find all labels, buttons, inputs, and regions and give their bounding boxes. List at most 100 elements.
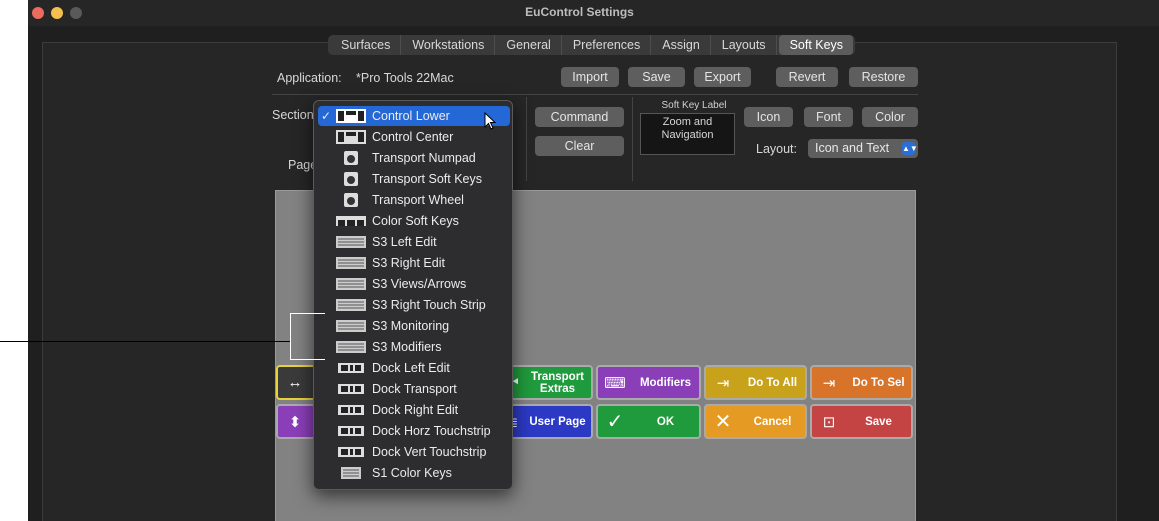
keyboard-icon: ⌨ [604, 374, 626, 392]
s3-modifiers-icon [336, 341, 366, 353]
command-button[interactable]: Command [535, 107, 624, 127]
menu-item-label: S1 Color Keys [372, 466, 452, 480]
soft-key-label: Modifiers [639, 376, 692, 389]
menu-item-label: Transport Numpad [372, 151, 476, 165]
restore-button[interactable]: Restore [849, 67, 918, 87]
soft-key-label: User Page [529, 415, 586, 428]
transport-softkeys-icon [344, 172, 358, 186]
menu-item-transport-wheel[interactable]: Transport Wheel [318, 190, 510, 210]
tab-preferences[interactable]: Preferences [562, 35, 652, 55]
menu-item-label: Dock Horz Touchstrip [372, 424, 491, 438]
check-icon: ✓ [606, 411, 624, 433]
color-button[interactable]: Color [862, 107, 918, 127]
menu-item-label: Color Soft Keys [372, 214, 459, 228]
menu-item-label: Transport Soft Keys [372, 172, 482, 186]
application-label: Application: [277, 71, 342, 85]
color-softkeys-icon [336, 216, 366, 226]
export-button[interactable]: Export [694, 67, 751, 87]
menu-item-label: Dock Left Edit [372, 361, 450, 375]
chevron-updown-icon: ▲▼ [902, 142, 918, 155]
soft-key-modifiers[interactable]: ⌨ Modifiers [596, 365, 701, 400]
tab-strip: Surfaces Workstations General Preference… [328, 35, 856, 55]
transport-wheel-icon [344, 193, 358, 207]
font-button[interactable]: Font [804, 107, 853, 127]
save-icon: ⊡ [822, 413, 836, 431]
menu-item-s3-right-touch-strip[interactable]: S3 Right Touch Strip [318, 295, 510, 315]
menu-item-color-soft-keys[interactable]: Color Soft Keys [318, 211, 510, 231]
layout-select[interactable]: Icon and Text ▲▼ [808, 139, 918, 158]
divider [632, 97, 633, 181]
tab-surfaces[interactable]: Surfaces [330, 35, 402, 55]
soft-key-save[interactable]: ⊡ Save [810, 404, 913, 439]
menu-item-s3-left-edit[interactable]: S3 Left Edit [318, 232, 510, 252]
menu-item-s3-views-arrows[interactable]: S3 Views/Arrows [318, 274, 510, 294]
callout-leader-line [0, 341, 290, 342]
menu-item-s3-modifiers[interactable]: S3 Modifiers [318, 337, 510, 357]
section-dropdown-menu: ✓ Control Lower Control Center Transport… [313, 100, 513, 490]
s1-color-keys-icon [341, 467, 361, 479]
menu-item-transport-numpad[interactable]: Transport Numpad [318, 148, 510, 168]
clear-button[interactable]: Clear [535, 136, 624, 156]
menu-item-label: Transport Wheel [372, 193, 464, 207]
menu-item-control-lower[interactable]: ✓ Control Lower [318, 106, 510, 126]
zoom-icon: ⬍ [288, 413, 302, 431]
soft-key-label: Save [865, 415, 892, 428]
menu-item-label: S3 Right Edit [372, 256, 445, 270]
soft-key-ok[interactable]: ✓ OK [596, 404, 701, 439]
dock-left-edit-icon [338, 363, 364, 373]
window-title: EuControl Settings [525, 5, 634, 19]
menu-item-dock-vert-touchstrip[interactable]: Dock Vert Touchstrip [318, 442, 510, 462]
menu-item-dock-right-edit[interactable]: Dock Right Edit [318, 400, 510, 420]
x-icon: ✕ [714, 411, 732, 433]
icon-button[interactable]: Icon [744, 107, 793, 127]
soft-key-label: Transport Extras [530, 370, 585, 395]
soft-key-cancel[interactable]: ✕ Cancel [704, 404, 807, 439]
menu-item-s3-monitoring[interactable]: S3 Monitoring [318, 316, 510, 336]
s3-right-edit-icon [336, 257, 366, 269]
soft-key-do-to-all[interactable]: ⇥ Do To All [704, 365, 807, 400]
revert-button[interactable]: Revert [776, 67, 838, 87]
dock-right-edit-icon [338, 405, 364, 415]
callout-bracket [290, 313, 325, 360]
menu-item-label: Dock Right Edit [372, 403, 459, 417]
tab-layouts[interactable]: Layouts [711, 35, 777, 55]
menu-item-dock-left-edit[interactable]: Dock Left Edit [318, 358, 510, 378]
soft-key-label-field[interactable]: Zoom and Navigation [640, 113, 735, 155]
import-button[interactable]: Import [561, 67, 619, 87]
dock-vert-touchstrip-icon [338, 447, 364, 457]
tab-soft-keys[interactable]: Soft Keys [778, 35, 854, 55]
s3-right-touch-strip-icon [336, 299, 366, 311]
menu-item-control-center[interactable]: Control Center [318, 127, 510, 147]
menu-item-label: Control Center [372, 130, 454, 144]
menu-item-label: S3 Right Touch Strip [372, 298, 486, 312]
layout-label: Layout: [756, 142, 798, 156]
menu-item-label: S3 Monitoring [372, 319, 450, 333]
save-button[interactable]: Save [628, 67, 685, 87]
section-label: Section [272, 108, 314, 122]
soft-key-do-to-sel[interactable]: ⇥ Do To Sel [810, 365, 913, 400]
menu-item-s1-color-keys[interactable]: S1 Color Keys [318, 463, 510, 483]
soft-key-label: Cancel [753, 415, 792, 428]
move-arrows-icon: ↔ [287, 374, 303, 391]
tab-workstations[interactable]: Workstations [401, 35, 496, 55]
menu-item-dock-horz-touchstrip[interactable]: Dock Horz Touchstrip [318, 421, 510, 441]
menu-item-s3-right-edit[interactable]: S3 Right Edit [318, 253, 510, 273]
transport-numpad-icon [344, 151, 358, 165]
application-value: *Pro Tools 22Mac [356, 71, 454, 85]
checkmark-icon: ✓ [321, 109, 332, 123]
soft-key-label-line: Zoom and [662, 116, 713, 128]
dock-transport-icon [338, 384, 364, 394]
tab-assign[interactable]: Assign [651, 35, 711, 55]
tab-general[interactable]: General [495, 35, 562, 55]
menu-item-label: S3 Views/Arrows [372, 277, 467, 291]
divider [272, 94, 918, 95]
soft-key-zoom[interactable]: ⬍ [276, 404, 316, 439]
soft-key-label: OK [656, 415, 675, 428]
soft-key-label: Do To Sel [852, 376, 905, 389]
soft-key-label-line: Navigation [661, 129, 714, 141]
menu-item-transport-soft-keys[interactable]: Transport Soft Keys [318, 169, 510, 189]
menu-item-dock-transport[interactable]: Dock Transport [318, 379, 510, 399]
soft-key-zoom-navigation[interactable]: ↔ [276, 365, 316, 400]
do-to-sel-icon: ⇥ [822, 374, 836, 392]
soft-key-label-title: Soft Key Label [661, 100, 727, 111]
